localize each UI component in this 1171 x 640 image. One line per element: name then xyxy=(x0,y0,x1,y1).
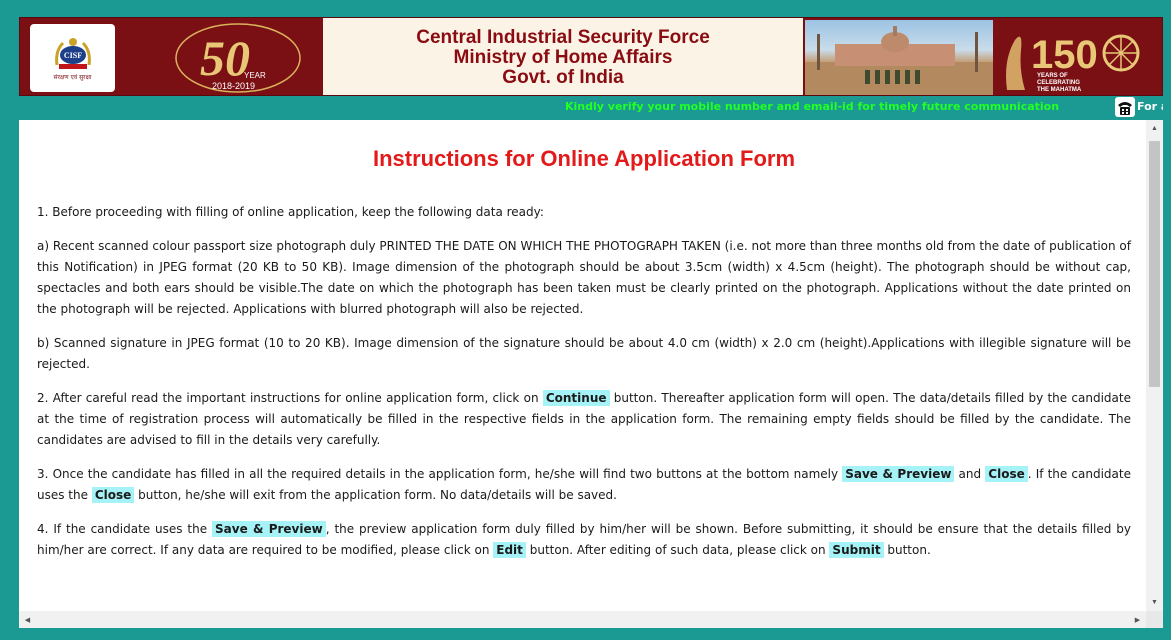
page-title: Instructions for Online Application Form xyxy=(372,146,796,171)
edit-button-ref[interactable]: Edit xyxy=(493,542,526,558)
marquee-tail: For ar xyxy=(1137,100,1163,113)
parliament-photo-image xyxy=(805,26,993,95)
mahatma-label-1: YEARS OF xyxy=(1037,73,1068,79)
instruction-2-before: 2. After careful read the important inst… xyxy=(37,391,543,405)
cisf-emblem-icon: CISF xyxy=(54,38,91,69)
mahatma-label-3: THE MAHATMA xyxy=(1037,87,1082,93)
scroll-down-arrow-icon[interactable]: ▼ xyxy=(1146,594,1163,611)
scrollbar-corner xyxy=(1146,611,1163,628)
instruction-4-part3: button. After editing of such data, plea… xyxy=(525,543,830,557)
save-preview-button-ref-2[interactable]: Save & Preview xyxy=(212,521,326,537)
save-preview-button-ref[interactable]: Save & Preview xyxy=(842,466,955,482)
header-title-line-2: Ministry of Home Affairs xyxy=(453,46,673,68)
scroll-right-arrow-icon[interactable]: ▶ xyxy=(1129,611,1146,628)
instruction-3-part4: button, he/she will exit from the applic… xyxy=(134,488,617,502)
notice-marquee: Kindly verify your mobile number and ema… xyxy=(19,96,1163,118)
scroll-left-arrow-icon[interactable]: ◀ xyxy=(19,611,36,628)
instruction-1a: a) Recent scanned colour passport size p… xyxy=(37,239,1131,316)
header-banner: CISF संरक्षण एवं सुरक्षा 50 YEAR 2018-20… xyxy=(19,17,1163,96)
instruction-3-part2: and xyxy=(954,467,986,481)
instruction-3: 3. Once the candidate has filled in all … xyxy=(37,464,1131,506)
header-title-box: Central Industrial Security Force Minist… xyxy=(323,18,803,95)
header-title-line-3: Govt. of India xyxy=(502,66,624,88)
cisf-logo: CISF संरक्षण एवं सुरक्षा xyxy=(30,24,115,92)
anniversary-number: 50 xyxy=(200,30,250,86)
continue-button-ref[interactable]: Continue xyxy=(542,390,610,406)
anniversary-label: YEAR xyxy=(244,71,266,80)
horizontal-scrollbar[interactable]: ◀ ▶ xyxy=(19,611,1146,628)
instruction-4-part4: button. xyxy=(883,543,931,557)
fifty-year-emblem: 50 YEAR 2018-2019 xyxy=(175,23,301,93)
header-title-line-1: Central Industrial Security Force xyxy=(416,26,710,48)
close-button-ref[interactable]: Close xyxy=(985,466,1028,482)
instruction-3-part1: 3. Once the candidate has filled in all … xyxy=(37,467,843,481)
cisf-logo-text: CISF xyxy=(63,51,81,60)
marquee-text: Kindly verify your mobile number and ema… xyxy=(565,100,1060,113)
instructions-panel: Instructions for Online Application Form… xyxy=(19,120,1163,628)
mahatma-150-emblem: 150 YEARS OF CELEBRATING THE MAHATMA xyxy=(1006,33,1140,93)
vertical-scrollbar[interactable]: ▲ ▼ xyxy=(1146,120,1163,611)
vertical-scrollbar-thumb[interactable] xyxy=(1149,141,1160,387)
instruction-4: 4. If the candidate uses the Save & Prev… xyxy=(37,519,1131,561)
anniversary-years: 2018-2019 xyxy=(212,81,255,91)
mahatma-number: 150 xyxy=(1031,33,1098,77)
instruction-4-part1: 4. If the candidate uses the xyxy=(37,522,213,536)
phone-icon xyxy=(1115,97,1135,117)
instruction-1b: b) Scanned signature in JPEG format (10 … xyxy=(37,336,1131,371)
mahatma-label-2: CELEBRATING xyxy=(1037,80,1080,86)
cisf-motto: संरक्षण एवं सुरक्षा xyxy=(53,74,92,81)
instruction-1: 1. Before proceeding with filling of onl… xyxy=(37,205,544,219)
instruction-2: 2. After careful read the important inst… xyxy=(37,388,1131,451)
close-button-ref-2[interactable]: Close xyxy=(91,487,135,503)
parliament-photo xyxy=(805,20,993,95)
scroll-up-arrow-icon[interactable]: ▲ xyxy=(1146,120,1163,137)
instructions-content[interactable]: Instructions for Online Application Form… xyxy=(19,120,1146,612)
submit-button-ref[interactable]: Submit xyxy=(829,542,884,558)
